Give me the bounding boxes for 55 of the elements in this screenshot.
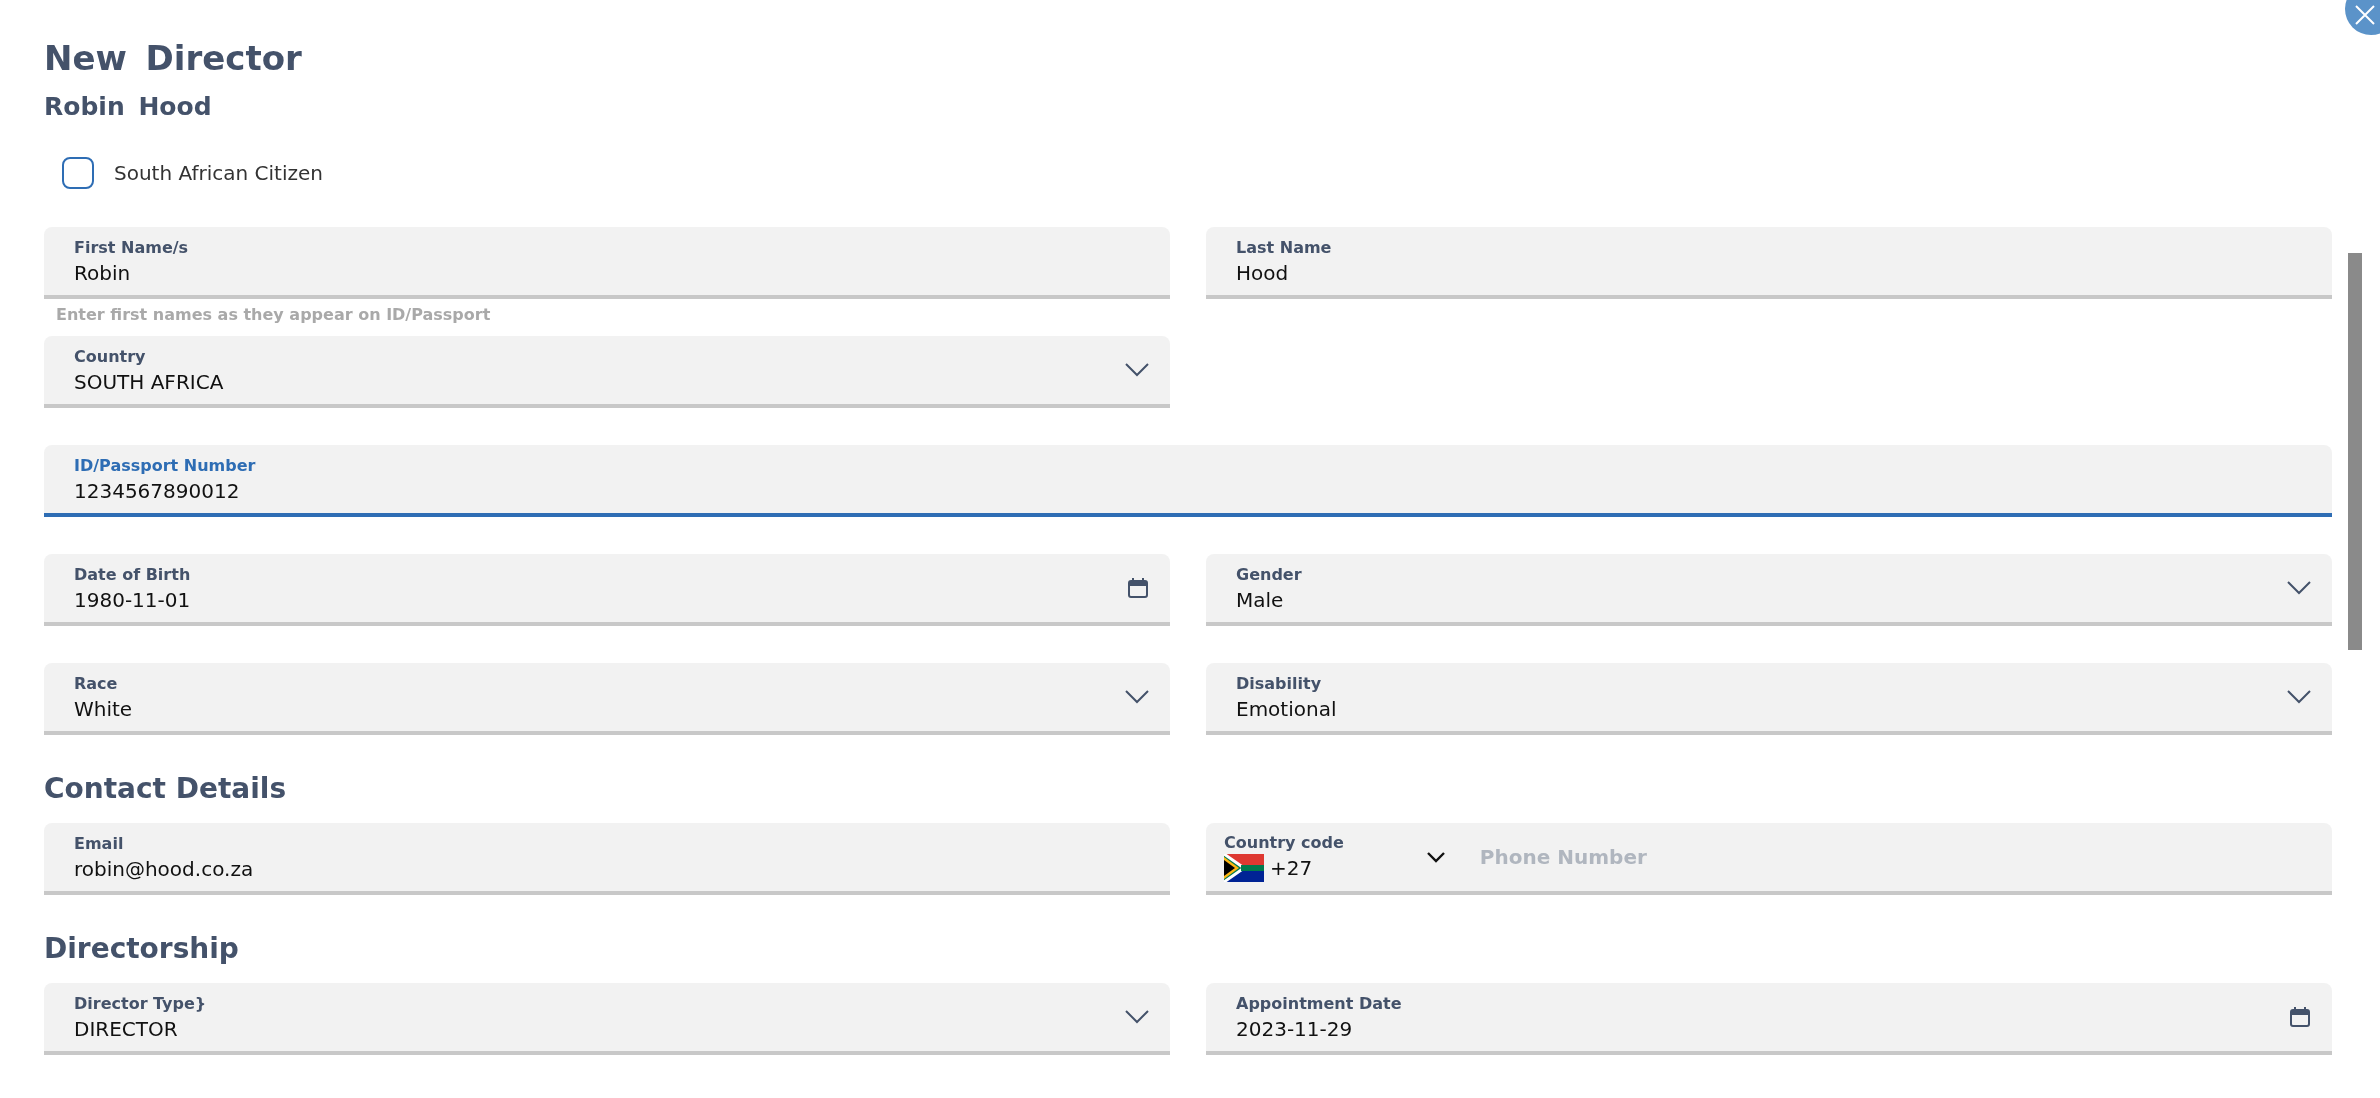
field-label: Appointment Date — [1236, 993, 1403, 1013]
section-heading: Contact Details — [44, 772, 288, 805]
field-label: Gender — [1236, 564, 1303, 584]
chevron-down-icon — [1124, 1009, 1150, 1025]
field-label: Email — [74, 833, 125, 853]
chevron-down-icon — [2286, 689, 2312, 705]
checkbox-label: South African Citizen — [114, 161, 323, 185]
field-label: ID/Passport Number — [74, 455, 257, 475]
calendar-icon[interactable] — [2288, 1005, 2312, 1029]
chevron-down-icon[interactable] — [1425, 851, 1446, 863]
section-heading: Directorship — [44, 932, 240, 965]
field-value: robin@hood.co.za — [74, 856, 255, 881]
field-value: SOUTH AFRICA — [74, 369, 225, 394]
field-label: Date of Birth — [74, 564, 192, 584]
field-value: 1980-11-01 — [74, 587, 192, 612]
field-label: Disability — [1236, 673, 1323, 693]
field-label: Director Type} — [74, 993, 208, 1013]
field-value: Emotional — [1236, 696, 1338, 721]
field-label: Race — [74, 673, 119, 693]
field-value: 2023-11-29 — [1236, 1016, 1354, 1041]
page-title: New Director — [44, 38, 303, 78]
close-icon — [2354, 4, 2376, 26]
phone-field[interactable]: Country code +27 Phone Number — [1206, 823, 2332, 895]
field-value: Robin — [74, 260, 132, 285]
checkbox[interactable] — [62, 157, 94, 189]
field-label: Last Name — [1236, 237, 1333, 257]
date-field[interactable]: Date of Birth 1980-11-01 — [44, 554, 1170, 626]
calendar-icon[interactable] — [1126, 576, 1150, 600]
field-value: +27 — [1270, 855, 1313, 880]
chevron-down-icon — [1124, 362, 1150, 378]
field-value: 1234567890012 — [74, 478, 241, 503]
select-field[interactable]: Country SOUTH AFRICA — [44, 336, 1170, 408]
input-field[interactable]: Email robin@hood.co.za — [44, 823, 1170, 895]
hint-text: Enter first names as they appear on ID/Passport — [56, 305, 492, 324]
field-label: Country — [74, 346, 147, 366]
field-label: First Name/s — [74, 237, 190, 257]
field-label: Country code — [1224, 832, 1344, 852]
chevron-down-icon — [2286, 580, 2312, 596]
select-field[interactable]: Race White — [44, 663, 1170, 735]
field-value: DIRECTOR — [74, 1016, 179, 1041]
field-value: Hood — [1236, 260, 1290, 285]
field-value: Male — [1236, 587, 1285, 612]
input-field[interactable]: Last Name Hood — [1206, 227, 2332, 299]
flag-icon — [1224, 853, 1264, 882]
chevron-down-icon — [1124, 689, 1150, 705]
phone-number-field[interactable]: Phone Number — [1477, 844, 2312, 870]
select-field[interactable]: Director Type} DIRECTOR — [44, 983, 1170, 1055]
page-subtitle: Robin Hood — [44, 92, 213, 121]
scrollbar[interactable] — [2348, 253, 2362, 650]
select-field[interactable]: Disability Emotional — [1206, 663, 2332, 735]
field-value: White — [74, 696, 134, 721]
input-field[interactable]: First Name/s Robin — [44, 227, 1170, 299]
select-field[interactable]: Gender Male — [1206, 554, 2332, 626]
input-field[interactable]: ID/Passport Number 1234567890012 — [44, 445, 2332, 517]
date-field[interactable]: Appointment Date 2023-11-29 — [1206, 983, 2332, 1055]
